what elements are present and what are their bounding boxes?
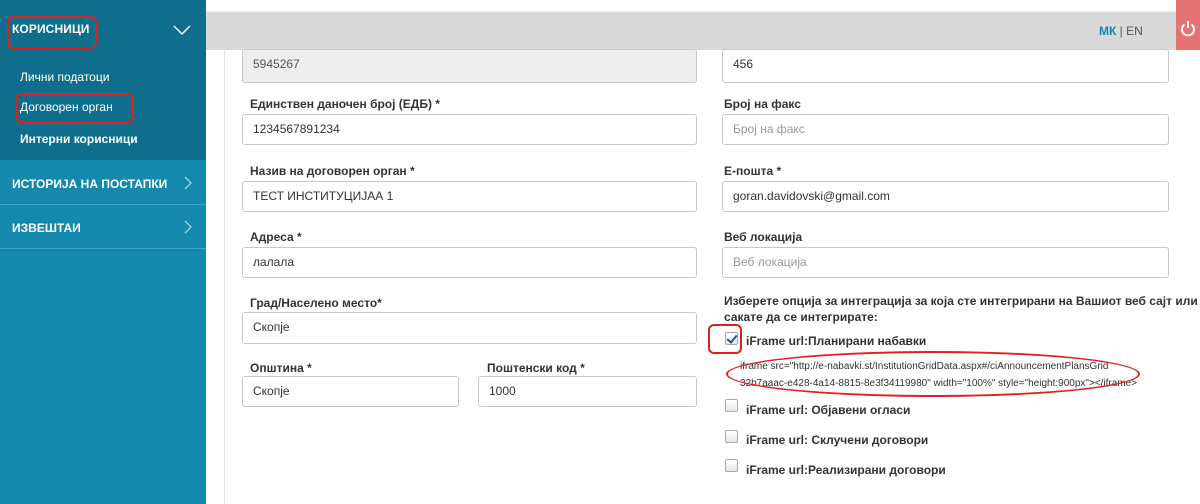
annotation-highlight-contracting-authority bbox=[16, 93, 134, 124]
sidebar-item-internal-users[interactable]: Интерни корисници bbox=[20, 132, 138, 146]
chevron-right-icon bbox=[184, 176, 192, 190]
website-label: Веб локација bbox=[724, 230, 803, 244]
content-divider bbox=[224, 50, 225, 504]
postal-code-field[interactable]: 1000 bbox=[478, 376, 697, 407]
sidebar-section-history[interactable]: ИСТОРИЈА НА ПОСТАПКИ bbox=[0, 161, 206, 205]
fax-label: Број на факс bbox=[724, 97, 801, 111]
address-field[interactable]: лалала bbox=[242, 247, 697, 278]
lang-separator: | bbox=[1116, 24, 1127, 38]
lang-mk-link[interactable]: МК bbox=[1099, 24, 1116, 38]
postal-code-label: Поштенски код * bbox=[487, 361, 585, 375]
option-realized-contracts-label: iFrame url:Реализирани договори bbox=[746, 463, 946, 477]
municipality-field[interactable]: Скопје bbox=[242, 376, 459, 407]
annotation-highlight-iframe-code bbox=[726, 351, 1140, 397]
authority-name-field[interactable]: ТЕСТ ИНСТИТУЦИЈАА 1 bbox=[242, 181, 697, 212]
edb-label: Единствен даночен број (ЕДБ) * bbox=[250, 97, 440, 111]
option-published-notices-checkbox[interactable] bbox=[725, 399, 738, 412]
email-label: Е-пошта * bbox=[724, 164, 782, 178]
option-realized-contracts-checkbox[interactable] bbox=[725, 459, 738, 472]
sidebar: КОРИСНИЦИ Лични податоци Договорен орган… bbox=[0, 0, 206, 504]
language-switcher: МК | EN bbox=[1099, 24, 1143, 38]
option-published-notices-label: iFrame url: Објавени огласи bbox=[746, 403, 911, 417]
city-field[interactable]: Скопје bbox=[242, 312, 697, 344]
option-planned-procurements-label: iFrame url:Планирани набавки bbox=[746, 334, 927, 348]
phone-field[interactable]: 5945267 bbox=[242, 49, 697, 83]
annotation-highlight-users bbox=[7, 16, 97, 49]
address-label: Адреса * bbox=[250, 230, 302, 244]
website-field[interactable]: Веб локација bbox=[722, 247, 1169, 278]
logout-button[interactable] bbox=[1176, 0, 1200, 50]
sidebar-item-personal-data[interactable]: Лични податоци bbox=[20, 70, 109, 84]
phone-extension-field[interactable]: 456 bbox=[722, 49, 1169, 83]
sidebar-section-history-label: ИСТОРИЈА НА ПОСТАПКИ bbox=[12, 177, 168, 191]
power-icon bbox=[1181, 21, 1195, 37]
option-concluded-contracts-label: iFrame url: Склучени договори bbox=[746, 433, 929, 447]
city-label: Град/Населено место* bbox=[250, 296, 382, 310]
fax-field[interactable]: Број на факс bbox=[722, 114, 1169, 145]
authority-name-label: Назив на договорен орган * bbox=[250, 164, 415, 178]
integration-instructions-line2: сакате да се интегрирате: bbox=[724, 310, 878, 324]
annotation-highlight-checkbox bbox=[708, 324, 742, 354]
sidebar-section-reports-label: ИЗВЕШТАИ bbox=[12, 221, 81, 235]
chevron-down-icon[interactable] bbox=[172, 24, 192, 36]
municipality-label: Општина * bbox=[250, 361, 312, 375]
integration-instructions-line1: Изберете опција за интеграција за која с… bbox=[724, 294, 1198, 308]
chevron-right-icon bbox=[184, 220, 192, 234]
email-field[interactable]: goran.davidovski@gmail.com bbox=[722, 181, 1169, 212]
option-concluded-contracts-checkbox[interactable] bbox=[725, 430, 738, 443]
sidebar-section-reports[interactable]: ИЗВЕШТАИ bbox=[0, 205, 206, 249]
topbar bbox=[206, 14, 1200, 50]
lang-en-link[interactable]: EN bbox=[1126, 24, 1143, 38]
edb-field[interactable]: 1234567891234 bbox=[242, 114, 697, 145]
